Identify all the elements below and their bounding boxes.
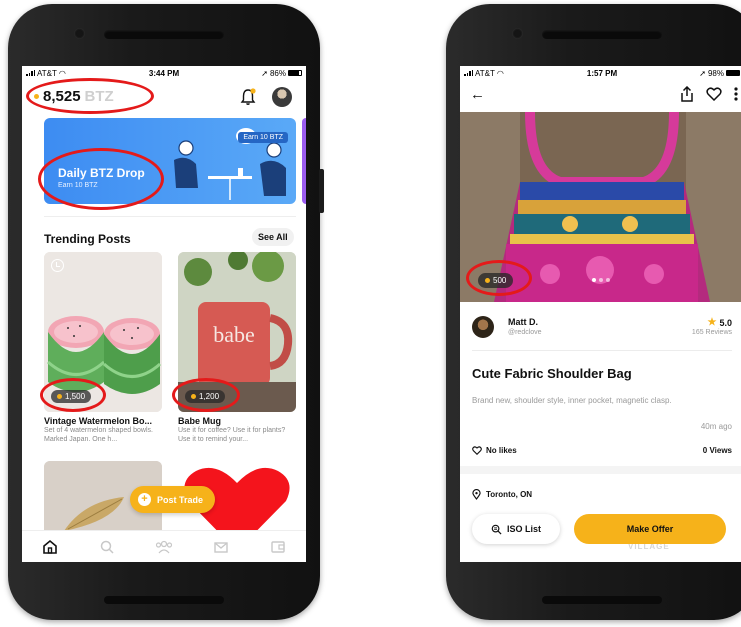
search-icon[interactable]: [97, 537, 117, 557]
home-icon[interactable]: [40, 537, 60, 557]
left-phone: AT&T ◠ 3:44 PM ➚ 86% 8,525 BTZ Earn 10 B…: [8, 4, 324, 620]
listing-screen: AT&T ◠ 1:57 PM ➚ 98% ← 500 Matt D. @redc…: [460, 66, 741, 562]
product-photo[interactable]: 500: [460, 112, 741, 302]
bottom-speaker: [104, 596, 224, 604]
price-value: 500: [493, 276, 507, 285]
price-tag: 1,200: [185, 390, 226, 403]
balance-amount: 8,525: [43, 88, 81, 105]
clock-icon: [51, 259, 64, 272]
seller-rating: ★ 5.0: [708, 317, 732, 328]
see-all-button[interactable]: See All: [252, 228, 294, 246]
coin-icon: [34, 94, 39, 99]
likes-row[interactable]: No likes: [472, 446, 517, 455]
coin-icon: [485, 278, 490, 283]
post-description: Set of 4 watermelon shaped bowls. Marked…: [44, 427, 153, 443]
seller-row[interactable]: Matt D. @redclove ★ 5.0 165 Reviews: [472, 316, 732, 340]
app-screenshot-pair: AT&T ◠ 3:44 PM ➚ 86% 8,525 BTZ Earn 10 B…: [0, 0, 741, 627]
seller-name: Matt D.: [508, 317, 538, 327]
speaker: [542, 30, 662, 39]
banner-chip: Earn 10 BTZ: [238, 132, 288, 143]
price-value: 1,500: [65, 392, 86, 401]
right-phone: AT&T ◠ 1:57 PM ➚ 98% ← 500 Matt D. @redc…: [446, 4, 741, 620]
map-pin-icon: [472, 489, 481, 500]
post-card[interactable]: babe 1,200 Babe Mug Use it for coffee? U…: [178, 252, 296, 444]
next-banner-peek[interactable]: [302, 118, 306, 204]
coin-icon: [57, 394, 62, 399]
status-time: 1:57 PM: [586, 68, 618, 78]
home-screen: AT&T ◠ 3:44 PM ➚ 86% 8,525 BTZ Earn 10 B…: [22, 66, 306, 562]
camera: [512, 28, 523, 39]
daily-drop-banner[interactable]: Earn 10 BTZ Daily BTZ Drop Earn 10 BTZ: [44, 118, 296, 204]
btz-balance[interactable]: 8,525 BTZ: [34, 88, 114, 105]
share-icon[interactable]: [680, 86, 694, 102]
nav-bar: ←: [460, 80, 741, 112]
location-row[interactable]: Toronto, ON: [472, 489, 532, 500]
heart-icon[interactable]: [706, 87, 722, 101]
location-label: Toronto, ON: [486, 490, 533, 499]
likes-count: No likes: [486, 446, 517, 455]
carousel-dots[interactable]: [592, 278, 610, 282]
star-icon: ★: [707, 317, 717, 328]
bottom-speaker: [542, 596, 662, 604]
battery-icon: [288, 70, 302, 76]
camera: [74, 28, 85, 39]
banner-illustration: [174, 128, 286, 200]
post-title: Vintage Watermelon Bo...: [44, 416, 153, 426]
seller-handle: @redclove: [508, 329, 542, 336]
review-count[interactable]: 165 Reviews: [692, 329, 732, 336]
iso-list-button[interactable]: ISO List: [472, 514, 560, 544]
community-icon[interactable]: [154, 537, 174, 557]
posted-time: 40m ago: [700, 422, 732, 431]
banner-title: Daily BTZ Drop: [58, 166, 145, 180]
battery-icon: [726, 70, 740, 76]
back-arrow-icon[interactable]: ←: [470, 86, 485, 103]
rating-value: 5.0: [719, 317, 732, 328]
plus-icon: +: [138, 493, 151, 506]
section-separator: [460, 466, 741, 474]
heart-outline-icon: [472, 446, 482, 455]
more-icon[interactable]: [734, 87, 738, 101]
post-card[interactable]: 1,500 Vintage Watermelon Bo... Set of 4 …: [44, 252, 162, 444]
divider: [44, 216, 296, 217]
product-title: Cute Fabric Shoulder Bag: [472, 366, 632, 381]
mug-lettering: babe: [213, 322, 255, 347]
iso-list-label: ISO List: [506, 524, 541, 534]
price-tag: 1,500: [51, 390, 92, 403]
status-bar: AT&T ◠ 1:57 PM ➚ 98%: [460, 66, 741, 80]
status-bar: AT&T ◠ 3:44 PM ➚ 86%: [22, 66, 306, 80]
profile-avatar[interactable]: [272, 87, 292, 107]
watermelon-bowls-photo: [44, 252, 162, 412]
seller-avatar[interactable]: [472, 316, 494, 338]
make-offer-button[interactable]: Make Offer: [574, 514, 726, 544]
iso-search-icon: [491, 524, 502, 535]
post-trade-label: Post Trade: [157, 494, 204, 505]
bell-icon[interactable]: [240, 88, 256, 106]
views-count: 0 Views: [702, 446, 732, 455]
price-tag: 500: [478, 273, 514, 288]
banner-subtitle: Earn 10 BTZ: [58, 182, 98, 189]
post-trade-button[interactable]: + Post Trade: [130, 486, 216, 513]
balance-unit: BTZ: [84, 88, 114, 105]
post-image: babe 1,200: [178, 252, 296, 412]
speaker: [104, 30, 224, 39]
price-value: 1,200: [199, 392, 220, 401]
product-description: Brand new, shoulder style, inner pocket,…: [472, 396, 672, 405]
mail-icon[interactable]: [211, 537, 231, 557]
post-title: Babe Mug: [178, 416, 222, 426]
status-time: 3:44 PM: [148, 68, 180, 78]
power-button: [319, 169, 324, 213]
section-title: Trending Posts: [44, 232, 131, 246]
post-description: Use it for coffee? Use it for plants? Us…: [178, 427, 286, 443]
wallet-icon[interactable]: [268, 537, 288, 557]
divider: [472, 350, 732, 351]
tab-bar: [22, 530, 306, 562]
babe-mug-photo: babe: [178, 252, 296, 412]
coin-icon: [191, 394, 196, 399]
post-image: 1,500: [44, 252, 162, 412]
